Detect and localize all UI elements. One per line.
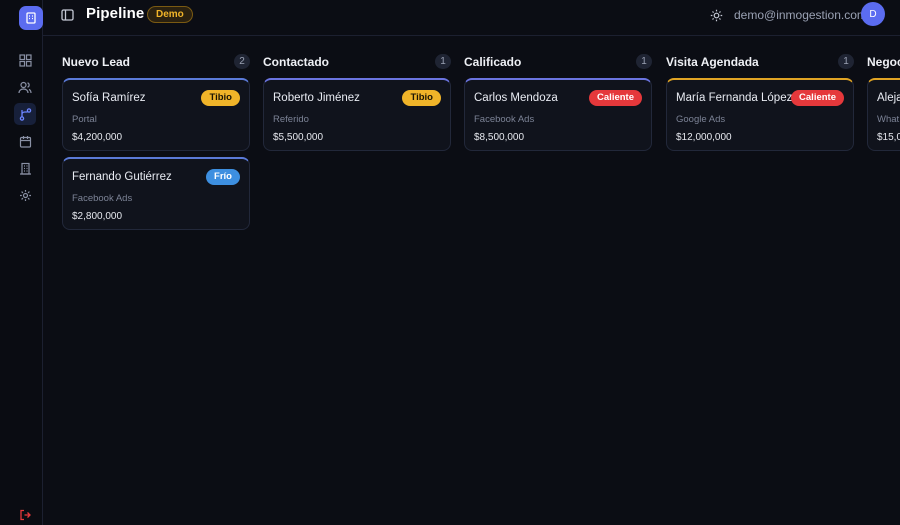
avatar[interactable]: D [861,2,885,26]
lead-name: Sofía Ramírez [72,92,146,104]
column-header: Negoc [867,52,900,72]
buildings-icon[interactable] [14,157,36,179]
column-count: 2 [234,54,250,69]
temperature-badge: Caliente [791,90,844,106]
column-nuevo-lead: Nuevo Lead 2 Sofía Ramírez Tibio Portal … [62,52,250,230]
lead-name: Aleja [877,92,900,104]
lead-amount: $5,500,000 [273,132,324,143]
users-icon[interactable] [14,76,36,98]
column-header: Visita Agendada 1 [666,52,854,72]
lead-amount: $2,800,000 [72,211,123,222]
column-calificado: Calificado 1 Carlos Mendoza Caliente Fac… [464,52,652,151]
sidebar-toggle-icon[interactable] [58,6,76,24]
column-title: Negoc [867,55,900,69]
lead-amount: $4,200,000 [72,132,123,143]
temperature-badge: Tibio [402,90,441,106]
lead-amount: $12,000,000 [676,132,732,143]
column-header: Nuevo Lead 2 [62,52,250,72]
lead-card[interactable]: María Fernanda López Caliente Google Ads… [666,78,854,151]
logout-icon[interactable] [16,506,34,524]
lead-amount: $15,0 [877,132,900,143]
temperature-badge: Frío [206,169,240,185]
column-count: 1 [838,54,854,69]
column-title: Contactado [263,55,329,69]
pipeline-icon[interactable] [14,103,36,125]
column-count: 1 [636,54,652,69]
temperature-badge: Tibio [201,90,240,106]
lead-source: Portal [72,114,97,125]
lead-card[interactable]: Aleja What $15,0 [867,78,900,151]
pipeline-board: Nuevo Lead 2 Sofía Ramírez Tibio Portal … [62,52,900,525]
lead-source: Facebook Ads [474,114,535,125]
column-negociacion: Negoc Aleja What $15,0 [867,52,900,151]
lead-card[interactable]: Sofía Ramírez Tibio Portal $4,200,000 [62,78,250,151]
lead-card[interactable]: Carlos Mendoza Caliente Facebook Ads $8,… [464,78,652,151]
calendar-icon[interactable] [14,130,36,152]
top-bar: Pipeline Demo demo@inmogestion.com D [43,0,900,36]
lead-source: What [877,114,900,125]
lead-source: Google Ads [676,114,726,125]
user-email: demo@inmogestion.com [734,8,867,22]
sidebar [0,0,43,525]
column-title: Calificado [464,55,522,69]
demo-badge: Demo [147,6,193,23]
gear-icon[interactable] [14,184,36,206]
temperature-badge: Caliente [589,90,642,106]
lead-amount: $8,500,000 [474,132,525,143]
sun-icon[interactable] [707,6,725,24]
lead-name: Roberto Jiménez [273,92,360,104]
lead-source: Referido [273,114,309,125]
column-title: Nuevo Lead [62,55,131,69]
lead-name: María Fernanda López [676,92,793,104]
lead-name: Carlos Mendoza [474,92,558,104]
column-count: 1 [435,54,451,69]
dashboard-icon[interactable] [14,49,36,71]
column-visita-agendada: Visita Agendada 1 María Fernanda López C… [666,52,854,151]
lead-source: Facebook Ads [72,193,133,204]
lead-card[interactable]: Roberto Jiménez Tibio Referido $5,500,00… [263,78,451,151]
column-header: Contactado 1 [263,52,451,72]
app-logo-icon[interactable] [19,6,43,30]
lead-name: Fernando Gutiérrez [72,171,172,183]
lead-card[interactable]: Fernando Gutiérrez Frío Facebook Ads $2,… [62,157,250,230]
column-header: Calificado 1 [464,52,652,72]
column-contactado: Contactado 1 Roberto Jiménez Tibio Refer… [263,52,451,151]
column-title: Visita Agendada [666,55,759,69]
page-title: Pipeline [86,5,145,22]
